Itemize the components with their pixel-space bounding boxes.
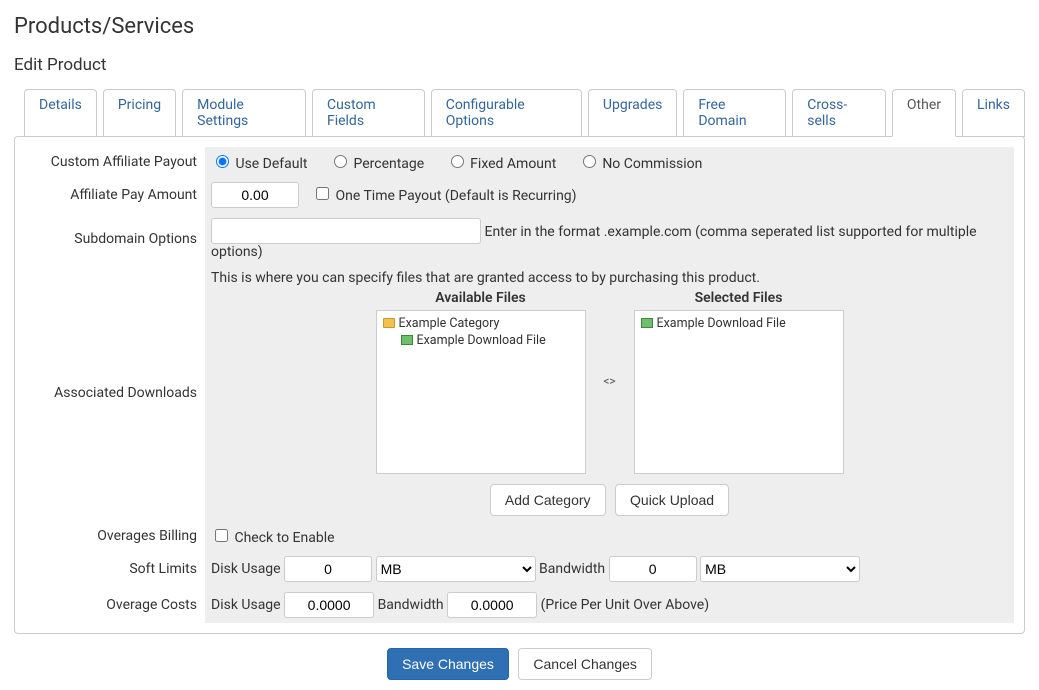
affiliate-amount-input[interactable] — [211, 182, 299, 208]
file-icon — [641, 318, 653, 328]
soft-disk-unit-select[interactable]: MB — [376, 556, 536, 582]
tab-details[interactable]: Details — [24, 89, 97, 137]
soft-bw-unit-select[interactable]: MB — [700, 556, 860, 582]
add-category-button[interactable]: Add Category — [490, 484, 606, 516]
available-files-heading: Available Files — [376, 288, 586, 310]
soft-disk-input[interactable] — [284, 556, 372, 582]
overages-enable-label[interactable]: Check to Enable — [211, 530, 335, 546]
tab-other[interactable]: Other — [892, 89, 956, 137]
radio-no-commission[interactable] — [583, 155, 596, 168]
available-file-item[interactable]: Example Download File — [401, 332, 579, 349]
subdomain-input[interactable] — [211, 218, 481, 244]
radio-use-default[interactable] — [216, 155, 229, 168]
label-affiliate-payout: Custom Affiliate Payout — [25, 147, 205, 177]
quick-upload-button[interactable]: Quick Upload — [615, 484, 729, 516]
overage-bw-label: Bandwidth — [378, 597, 444, 613]
folder-icon — [383, 318, 395, 328]
onetime-payout-checkbox[interactable] — [316, 187, 329, 200]
save-changes-button[interactable]: Save Changes — [387, 648, 509, 680]
radio-percentage-label[interactable]: Percentage — [329, 156, 428, 172]
radio-use-default-text: Use Default — [235, 156, 307, 172]
label-downloads: Associated Downloads — [25, 265, 205, 521]
tab-pricing[interactable]: Pricing — [103, 89, 176, 137]
overage-disk-label: Disk Usage — [211, 597, 281, 613]
soft-bw-input[interactable] — [609, 556, 697, 582]
downloads-intro: This is where you can specify files that… — [211, 270, 1008, 286]
file-icon — [401, 335, 413, 345]
overage-disk-input[interactable] — [284, 592, 374, 618]
overage-bw-input[interactable] — [447, 592, 537, 618]
radio-fixed-text: Fixed Amount — [470, 156, 556, 172]
cancel-changes-button[interactable]: Cancel Changes — [518, 648, 652, 680]
selected-files-heading: Selected Files — [634, 288, 844, 310]
tab-configurable-options[interactable]: Configurable Options — [431, 89, 582, 137]
label-affiliate-amount: Affiliate Pay Amount — [25, 177, 205, 213]
available-category-text: Example Category — [399, 316, 500, 331]
tab-module-settings[interactable]: Module Settings — [182, 89, 306, 137]
selected-file-text: Example Download File — [657, 316, 786, 331]
available-file-text: Example Download File — [417, 333, 546, 348]
radio-none-label[interactable]: No Commission — [578, 156, 703, 172]
overages-enable-text: Check to Enable — [234, 530, 334, 546]
radio-percentage[interactable] — [334, 155, 347, 168]
selected-files-list[interactable]: Example Download File — [634, 310, 844, 474]
label-soft-limits: Soft Limits — [25, 551, 205, 587]
tabs-bar: Details Pricing Module Settings Custom F… — [14, 89, 1025, 137]
label-overage-costs: Overage Costs — [25, 587, 205, 623]
radio-none-text: No Commission — [602, 156, 702, 172]
radio-use-default-label[interactable]: Use Default — [211, 156, 311, 172]
onetime-payout-text: One Time Payout (Default is Recurring) — [335, 188, 576, 204]
tab-upgrades[interactable]: Upgrades — [588, 89, 677, 137]
radio-fixed[interactable] — [451, 155, 464, 168]
selected-file-item[interactable]: Example Download File — [641, 315, 837, 332]
label-overages-billing: Overages Billing — [25, 521, 205, 551]
tab-cross-sells[interactable]: Cross-sells — [792, 89, 886, 137]
page-subtitle: Edit Product — [14, 55, 1025, 75]
tab-links[interactable]: Links — [962, 89, 1025, 137]
available-files-list[interactable]: Example Category Example Download File — [376, 310, 586, 474]
onetime-payout-label[interactable]: One Time Payout (Default is Recurring) — [312, 188, 577, 204]
available-category-item[interactable]: Example Category — [383, 315, 579, 332]
overage-costs-hint: (Price Per Unit Over Above) — [541, 597, 709, 613]
tab-custom-fields[interactable]: Custom Fields — [312, 89, 425, 137]
tab-free-domain[interactable]: Free Domain — [683, 89, 786, 137]
soft-disk-label: Disk Usage — [211, 561, 281, 577]
radio-percentage-text: Percentage — [353, 156, 424, 172]
radio-fixed-label[interactable]: Fixed Amount — [446, 156, 560, 172]
label-subdomain: Subdomain Options — [25, 213, 205, 265]
page-title: Products/Services — [14, 14, 1025, 39]
swap-icon: <> — [598, 288, 622, 474]
soft-bw-label: Bandwidth — [539, 561, 605, 577]
tab-content-panel: Custom Affiliate Payout Use Default Perc… — [14, 136, 1025, 634]
overages-enable-checkbox[interactable] — [215, 529, 228, 542]
